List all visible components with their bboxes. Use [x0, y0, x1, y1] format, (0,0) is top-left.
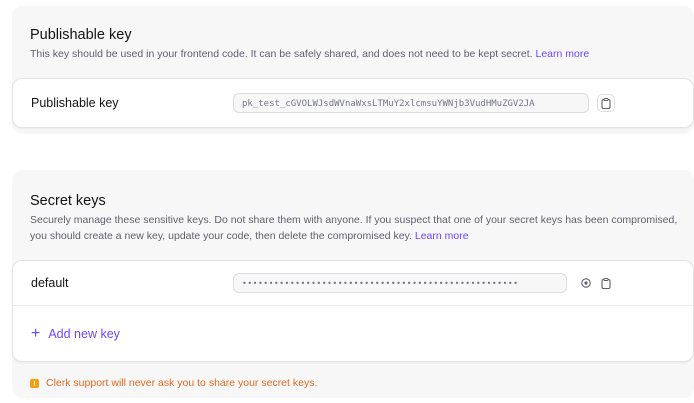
- publishable-key-description: This key should be used in your frontend…: [30, 46, 680, 62]
- secret-keys-card: default ••••••••••••••••••••••••••••••••…: [12, 260, 694, 362]
- plus-icon: +: [31, 325, 41, 342]
- copy-secret-key-button[interactable]: [597, 274, 615, 292]
- secret-key-name: default: [31, 276, 69, 290]
- publishable-key-card: Publishable key pk_test_cGVOLWJsdWVnaWxs…: [12, 78, 694, 128]
- reveal-secret-key-button[interactable]: [577, 274, 595, 292]
- security-notice-text: Clerk support will never ask you to shar…: [46, 377, 318, 389]
- secret-keys-description-text: Securely manage these sensitive keys. Do…: [30, 214, 678, 242]
- secret-keys-section: Secret keys Securely manage these sensit…: [12, 170, 694, 398]
- clipboard-icon: [601, 277, 611, 289]
- publishable-key-label: Publishable key: [31, 96, 119, 110]
- security-notice: Clerk support will never ask you to shar…: [30, 377, 317, 389]
- publishable-learn-more-link[interactable]: Learn more: [536, 48, 590, 60]
- publishable-key-field[interactable]: pk_test_cGVOLWJsdWVnaWxsLTMuY2xlcmsuYWNj…: [233, 93, 589, 113]
- warning-icon: [30, 378, 39, 388]
- secret-key-field[interactable]: ••••••••••••••••••••••••••••••••••••••••…: [233, 273, 567, 293]
- secret-keys-title: Secret keys: [30, 193, 106, 209]
- copy-publishable-key-button[interactable]: [597, 94, 615, 112]
- publishable-key-title: Publishable key: [30, 27, 132, 43]
- secret-keys-description: Securely manage these sensitive keys. Do…: [30, 212, 680, 244]
- add-new-key-button[interactable]: + Add new key: [31, 326, 120, 342]
- publishable-key-description-text: This key should be used in your frontend…: [30, 48, 533, 60]
- clipboard-icon: [601, 97, 611, 109]
- publishable-key-section: Publishable key This key should be used …: [12, 6, 694, 134]
- card-divider: [13, 305, 693, 306]
- add-new-key-label: Add new key: [48, 327, 120, 341]
- eye-icon: [581, 278, 591, 288]
- secret-learn-more-link[interactable]: Learn more: [415, 230, 469, 242]
